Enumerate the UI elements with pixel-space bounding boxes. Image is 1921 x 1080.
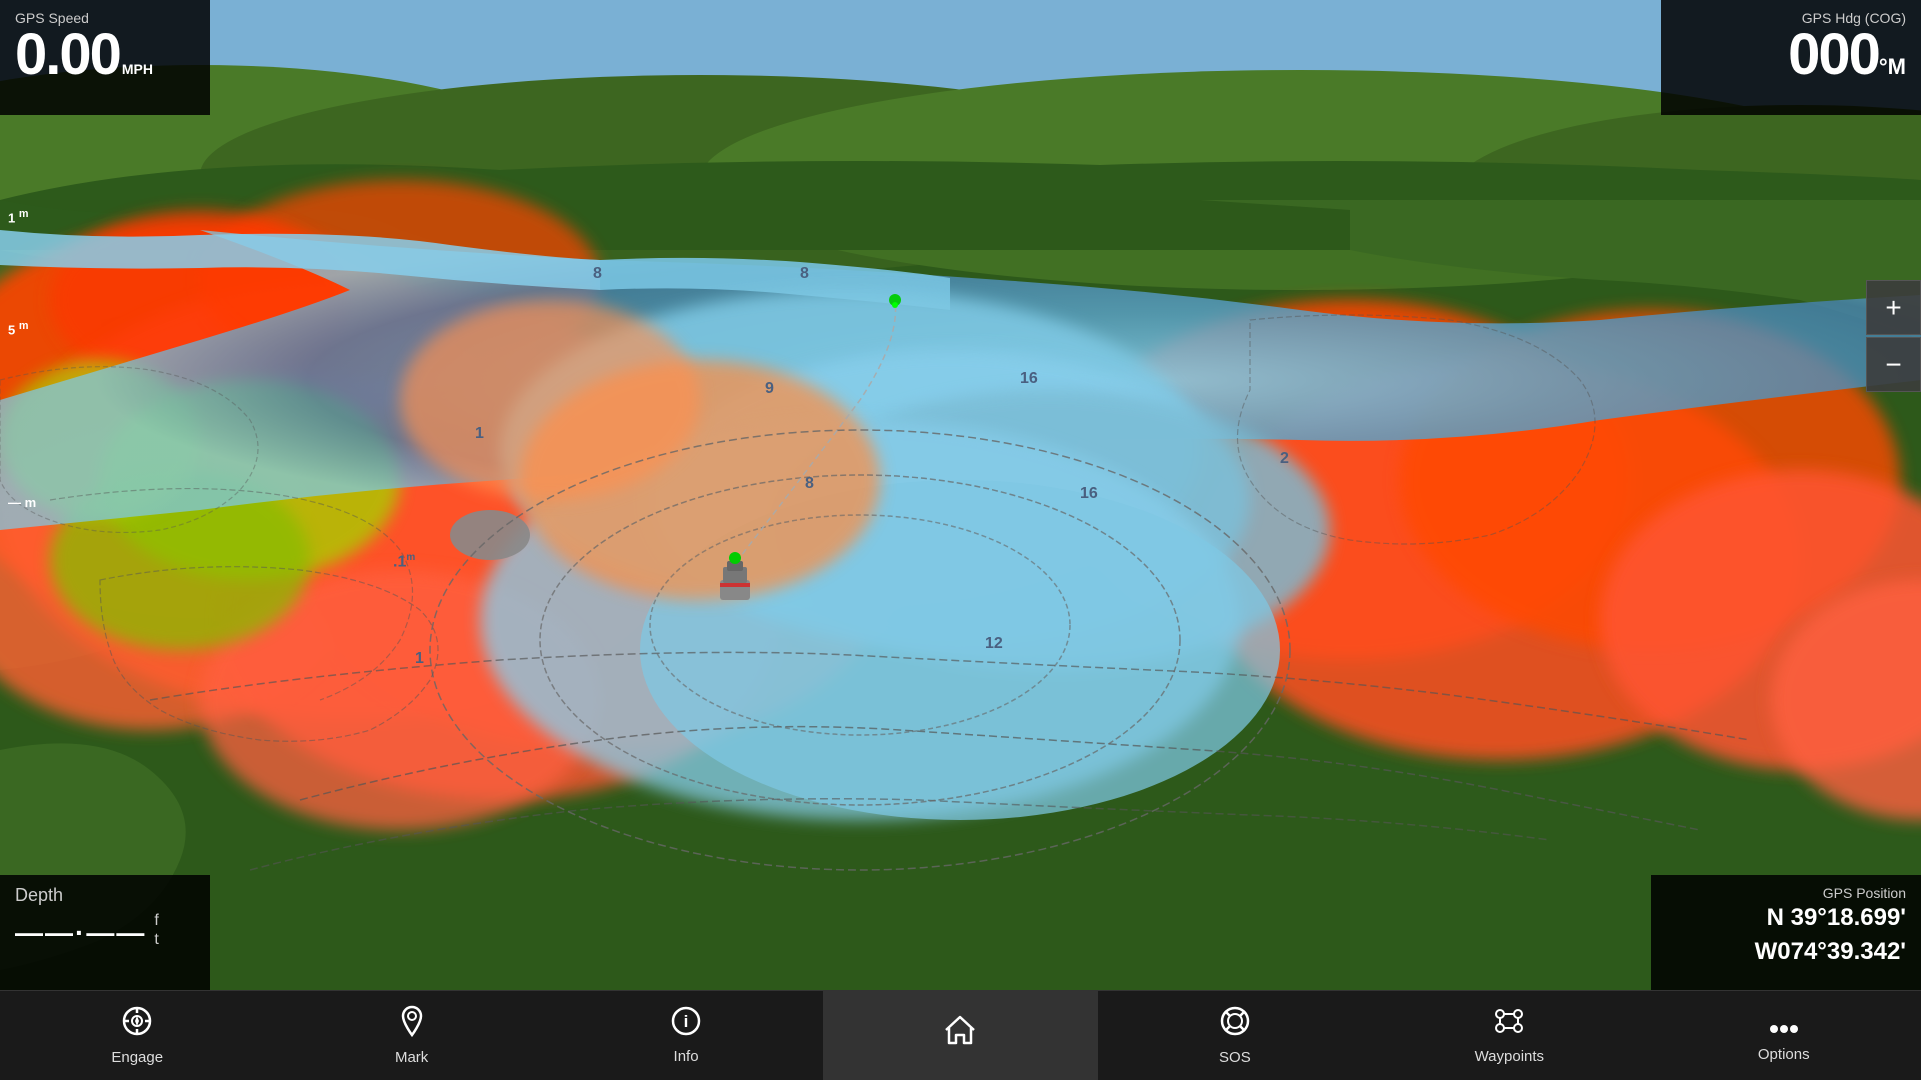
nav-sos[interactable]: SOS bbox=[1098, 991, 1372, 1080]
nav-engage-label: Engage bbox=[111, 1049, 163, 1066]
depth-number-1b: 1 bbox=[415, 650, 424, 668]
gps-hdg-unit: °M bbox=[1879, 54, 1906, 80]
nav-options[interactable]: Options bbox=[1647, 991, 1921, 1080]
depth-number-01: .1m bbox=[393, 552, 415, 571]
waypoints-icon bbox=[1493, 1006, 1525, 1043]
gps-speed-panel: GPS Speed 0.00 MPH bbox=[0, 0, 210, 115]
mark-icon bbox=[398, 1005, 426, 1044]
zoom-controls: + − bbox=[1866, 280, 1921, 392]
info-icon: i bbox=[671, 1006, 701, 1043]
depth-number-8a: 8 bbox=[805, 475, 814, 493]
depth-number-1a: 1 bbox=[475, 425, 484, 443]
nav-info[interactable]: i Info bbox=[549, 991, 823, 1080]
depth-number-12: 12 bbox=[985, 635, 1003, 653]
nav-waypoints-label: Waypoints bbox=[1475, 1048, 1544, 1065]
depth-unit-f: f bbox=[154, 911, 158, 930]
nav-info-label: Info bbox=[674, 1048, 699, 1065]
depth-number-16a: 16 bbox=[1020, 370, 1038, 388]
gps-speed-value: 0.00 bbox=[15, 26, 120, 84]
scale-label-5m: 5 m bbox=[8, 320, 28, 337]
nav-options-label: Options bbox=[1758, 1046, 1810, 1063]
engage-icon bbox=[121, 1005, 153, 1044]
depth-number-16b: 16 bbox=[1080, 485, 1098, 503]
depth-number-8b: 8 bbox=[593, 265, 602, 283]
gps-hdg-value: 000 bbox=[1788, 26, 1879, 84]
depth-number-9: 9 bbox=[765, 380, 774, 398]
nav-engage[interactable]: Engage bbox=[0, 991, 274, 1080]
scale-label-1m: 1 m bbox=[8, 208, 28, 225]
gps-speed-unit: MPH bbox=[122, 62, 153, 76]
depth-unit-t: t bbox=[154, 930, 158, 949]
map-svg bbox=[0, 0, 1921, 990]
sos-icon bbox=[1219, 1005, 1251, 1044]
gps-pos-label: GPS Position bbox=[1666, 885, 1906, 901]
depth-dashes: ——·—— bbox=[15, 917, 146, 949]
depth-panel: Depth ——·—— f t bbox=[0, 875, 210, 990]
gps-position-panel: GPS Position N 39°18.699' W074°39.342' bbox=[1651, 875, 1921, 990]
home-icon bbox=[944, 1015, 976, 1052]
nav-mark[interactable]: Mark bbox=[274, 991, 548, 1080]
nav-sos-label: SOS bbox=[1219, 1049, 1251, 1066]
zoom-in-button[interactable]: + bbox=[1866, 280, 1921, 335]
zoom-out-button[interactable]: − bbox=[1866, 337, 1921, 392]
nav-mark-label: Mark bbox=[395, 1049, 428, 1066]
scale-label-dash-m: — m bbox=[8, 495, 36, 510]
nav-bar: Engage Mark i Info bbox=[0, 990, 1921, 1080]
depth-label: Depth bbox=[15, 885, 195, 906]
depth-number-2: 2 bbox=[1280, 450, 1289, 468]
gps-lat: N 39°18.699' bbox=[1666, 901, 1906, 935]
depth-number-8c: 8 bbox=[800, 265, 809, 283]
gps-hdg-panel: GPS Hdg (COG) 000 °M bbox=[1661, 0, 1921, 115]
options-icon bbox=[1768, 1009, 1800, 1041]
nav-home[interactable] bbox=[823, 991, 1097, 1080]
nav-waypoints[interactable]: Waypoints bbox=[1372, 991, 1646, 1080]
map-view[interactable]: 9 16 8 16 12 1 1 2 8 8 .1m 1 m 5 m — m bbox=[0, 0, 1921, 990]
gps-lon: W074°39.342' bbox=[1666, 935, 1906, 969]
svg-text:i: i bbox=[684, 1012, 689, 1031]
